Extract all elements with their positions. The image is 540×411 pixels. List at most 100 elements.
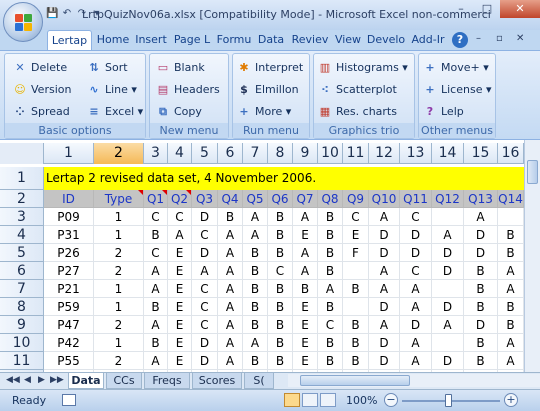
data-cell[interactable]: P47 [44, 316, 94, 334]
data-cell[interactable]: A [400, 280, 432, 298]
data-cell[interactable]: A [144, 280, 168, 298]
next-sheet-icon[interactable]: ▶ [38, 375, 45, 385]
data-cell[interactable]: B [464, 262, 498, 280]
move-plus-button[interactable]: + Move+ ▾ [423, 58, 488, 78]
data-cell[interactable]: A [400, 334, 432, 352]
workbook-minimize-icon[interactable]: – [476, 33, 481, 44]
column-header[interactable]: 12 [369, 143, 400, 164]
data-cell[interactable]: B [268, 208, 293, 226]
data-cell[interactable]: 1 [94, 208, 144, 226]
data-cell[interactable]: E [168, 244, 192, 262]
tab-add-ins[interactable]: Add-Ir [409, 30, 447, 50]
data-cell[interactable]: A [369, 316, 400, 334]
data-cell[interactable]: 2 [94, 316, 144, 334]
more-button[interactable]: + More ▾ [237, 102, 291, 122]
data-cell[interactable]: B [268, 226, 293, 244]
header-cell[interactable]: Q8 [318, 190, 343, 208]
data-cell[interactable] [432, 280, 464, 298]
page-layout-view-icon[interactable] [302, 393, 318, 407]
header-cell[interactable]: Q3 [192, 190, 218, 208]
data-cell[interactable]: A [218, 226, 243, 244]
sheet-tab-more[interactable]: S( [244, 373, 274, 389]
column-header[interactable]: 6 [218, 143, 243, 164]
sort-button[interactable]: ⇅ Sort [87, 58, 127, 78]
data-cell[interactable]: B [243, 352, 268, 370]
lelp-button[interactable]: ? Lelp [423, 102, 464, 122]
data-cell[interactable]: C [168, 208, 192, 226]
column-header[interactable]: 7 [243, 143, 268, 164]
tab-view[interactable]: View [333, 30, 363, 50]
data-cell[interactable]: A [218, 316, 243, 334]
first-sheet-icon[interactable]: ◀◀ [6, 375, 20, 385]
data-cell[interactable] [498, 208, 524, 226]
row-header[interactable]: 5 [0, 244, 44, 262]
data-cell[interactable]: D [432, 244, 464, 262]
zoom-slider-thumb[interactable] [445, 394, 452, 407]
data-cell[interactable]: B [268, 316, 293, 334]
blank-button[interactable]: ▭ Blank [156, 58, 205, 78]
horizontal-scrollbar[interactable] [288, 374, 540, 387]
data-cell[interactable]: B [218, 208, 243, 226]
data-cell[interactable]: P27 [44, 262, 94, 280]
tab-insert[interactable]: Insert [133, 30, 169, 50]
prev-sheet-icon[interactable]: ◀ [24, 375, 31, 385]
data-cell[interactable]: D [369, 352, 400, 370]
column-header[interactable]: 4 [168, 143, 192, 164]
header-cell[interactable]: Q10 [369, 190, 400, 208]
elmillon-button[interactable]: $ Elmillon [237, 80, 298, 100]
data-cell[interactable]: A [218, 334, 243, 352]
headers-button[interactable]: ▤ Headers [156, 80, 220, 100]
tab-page-layout[interactable]: Page L [172, 30, 212, 50]
data-cell[interactable]: 1 [94, 298, 144, 316]
header-cell[interactable]: Type [94, 190, 144, 208]
data-cell[interactable]: B [144, 334, 168, 352]
data-cell[interactable]: A [293, 208, 318, 226]
data-cell[interactable]: E [168, 262, 192, 280]
column-header[interactable]: 2 [94, 143, 144, 164]
data-cell[interactable]: B [464, 280, 498, 298]
last-sheet-icon[interactable]: ▶▶ [50, 375, 64, 385]
column-header[interactable]: 5 [192, 143, 218, 164]
data-cell[interactable]: C [192, 280, 218, 298]
interpret-button[interactable]: ✱ Interpret [237, 58, 303, 78]
data-cell[interactable]: A [218, 352, 243, 370]
data-cell[interactable]: E [293, 316, 318, 334]
workbook-close-icon[interactable]: ✕ [516, 33, 524, 44]
vertical-scrollbar[interactable] [524, 140, 540, 372]
column-header[interactable]: 10 [318, 143, 343, 164]
data-cell[interactable]: D [400, 244, 432, 262]
header-cell[interactable]: Q14 [498, 190, 524, 208]
data-cell[interactable]: B [464, 352, 498, 370]
data-cell[interactable]: E [293, 352, 318, 370]
sheet-tab-ccs[interactable]: CCs [106, 373, 142, 389]
data-cell[interactable]: B [343, 316, 369, 334]
data-cell[interactable]: C [144, 244, 168, 262]
undo-icon[interactable]: ↶ [61, 8, 73, 20]
data-cell[interactable]: P55 [44, 352, 94, 370]
data-cell[interactable]: A [168, 226, 192, 244]
header-cell[interactable]: Q11 [400, 190, 432, 208]
data-cell[interactable]: E [343, 226, 369, 244]
data-cell[interactable]: B [464, 334, 498, 352]
column-header[interactable]: 11 [343, 143, 369, 164]
data-cell[interactable]: C [318, 316, 343, 334]
row-header[interactable]: 4 [0, 226, 44, 244]
row-header[interactable]: 7 [0, 280, 44, 298]
normal-view-icon[interactable] [284, 393, 300, 407]
data-cell[interactable]: A [369, 262, 400, 280]
column-header[interactable]: 14 [432, 143, 464, 164]
data-cell[interactable]: A [218, 280, 243, 298]
page-break-view-icon[interactable] [320, 393, 336, 407]
header-cell[interactable]: Q2 [168, 190, 192, 208]
data-cell[interactable]: A [369, 208, 400, 226]
data-cell[interactable]: E [293, 334, 318, 352]
header-cell[interactable]: Q7 [293, 190, 318, 208]
data-cell[interactable]: D [369, 244, 400, 262]
data-cell[interactable]: B [498, 226, 524, 244]
data-cell[interactable]: D [432, 262, 464, 280]
row-header[interactable]: 6 [0, 262, 44, 280]
data-cell[interactable]: B [464, 298, 498, 316]
data-cell[interactable]: B [343, 352, 369, 370]
data-cell[interactable]: A [318, 280, 343, 298]
tab-data[interactable]: Data [256, 30, 286, 50]
